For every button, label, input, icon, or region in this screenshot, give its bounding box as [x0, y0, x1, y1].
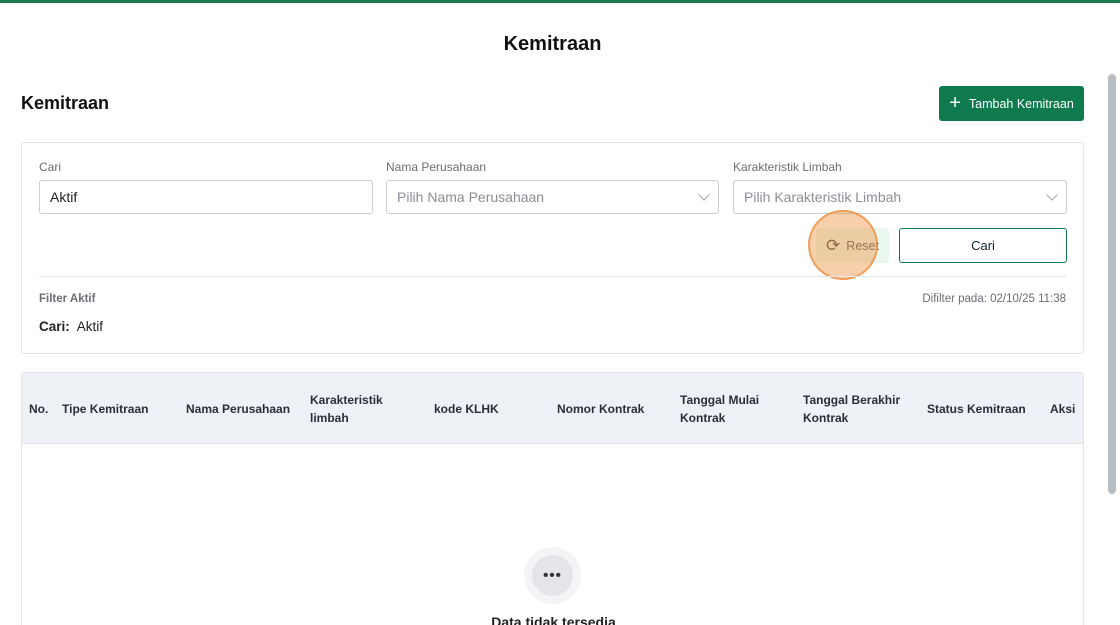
column-header-contract-number: Nomor Kontrak [557, 401, 645, 416]
chevron-down-icon [1046, 189, 1058, 201]
column-header-company: Nama Perusahaan [186, 401, 291, 416]
company-select-placeholder: Pilih Nama Perusahaan [397, 189, 545, 205]
add-partnership-button[interactable]: + Tambah Kemitraan [939, 86, 1084, 121]
reset-button[interactable]: ⟳ Reset [816, 228, 889, 263]
partnership-table: No. Tipe Kemitraan Nama Perusahaan Karak… [21, 372, 1084, 625]
column-header-no: No. [29, 401, 49, 416]
scrollbar-thumb[interactable] [1108, 74, 1116, 494]
waste-select-placeholder: Pilih Karakteristik Limbah [744, 189, 902, 205]
plus-icon: + [949, 91, 961, 114]
add-partnership-label: Tambah Kemitraan [968, 96, 1074, 111]
company-select[interactable]: Pilih Nama Perusahaan [386, 180, 719, 214]
active-filter-title: Filter Aktif [39, 293, 96, 305]
search-button[interactable]: Cari [899, 228, 1067, 263]
column-header-start-date: Tanggal Mulai Kontrak [680, 392, 760, 425]
ellipsis-icon: ••• [524, 547, 581, 604]
filter-divider [39, 276, 1067, 277]
waste-label: Karakteristik Limbah [733, 160, 842, 174]
refresh-icon: ⟳ [826, 236, 841, 255]
page-title: Kemitraan [503, 33, 602, 55]
column-header-type: Tipe Kemitraan [62, 401, 149, 416]
column-header-klhk-code: kode KLHK [434, 401, 499, 416]
search-input-value: Aktif [50, 189, 78, 205]
search-label: Cari [39, 160, 62, 174]
filtered-at-timestamp: Difilter pada: 02/10/25 11:38 [922, 293, 1066, 305]
section-title: Kemitraan [21, 93, 110, 113]
table-header: No. Tipe Kemitraan Nama Perusahaan Karak… [22, 373, 1083, 444]
filter-panel: Cari Aktif Nama Perusahaan Pilih Nama Pe… [21, 142, 1084, 354]
active-filter-value: Aktif [76, 319, 104, 334]
empty-state-text: Data tidak tersedia [491, 614, 616, 625]
chevron-down-icon [698, 189, 710, 201]
search-input[interactable]: Aktif [39, 180, 373, 214]
top-accent-bar [0, 0, 1120, 3]
waste-select[interactable]: Pilih Karakteristik Limbah [733, 180, 1067, 214]
column-header-end-date: Tanggal Berakhir Kontrak [803, 392, 901, 425]
active-filter-key: Cari: [39, 319, 70, 334]
active-filter-chip: Cari: Aktif [39, 319, 103, 334]
column-header-actions: Aksi [1050, 401, 1076, 416]
column-header-status: Status Kemitraan [927, 401, 1026, 416]
empty-state-icon-inner: ••• [532, 555, 573, 596]
company-label: Nama Perusahaan [386, 160, 487, 174]
column-header-waste: Karakteristik limbah [310, 392, 383, 425]
reset-label: Reset [846, 238, 879, 253]
search-button-label: Cari [971, 238, 995, 253]
